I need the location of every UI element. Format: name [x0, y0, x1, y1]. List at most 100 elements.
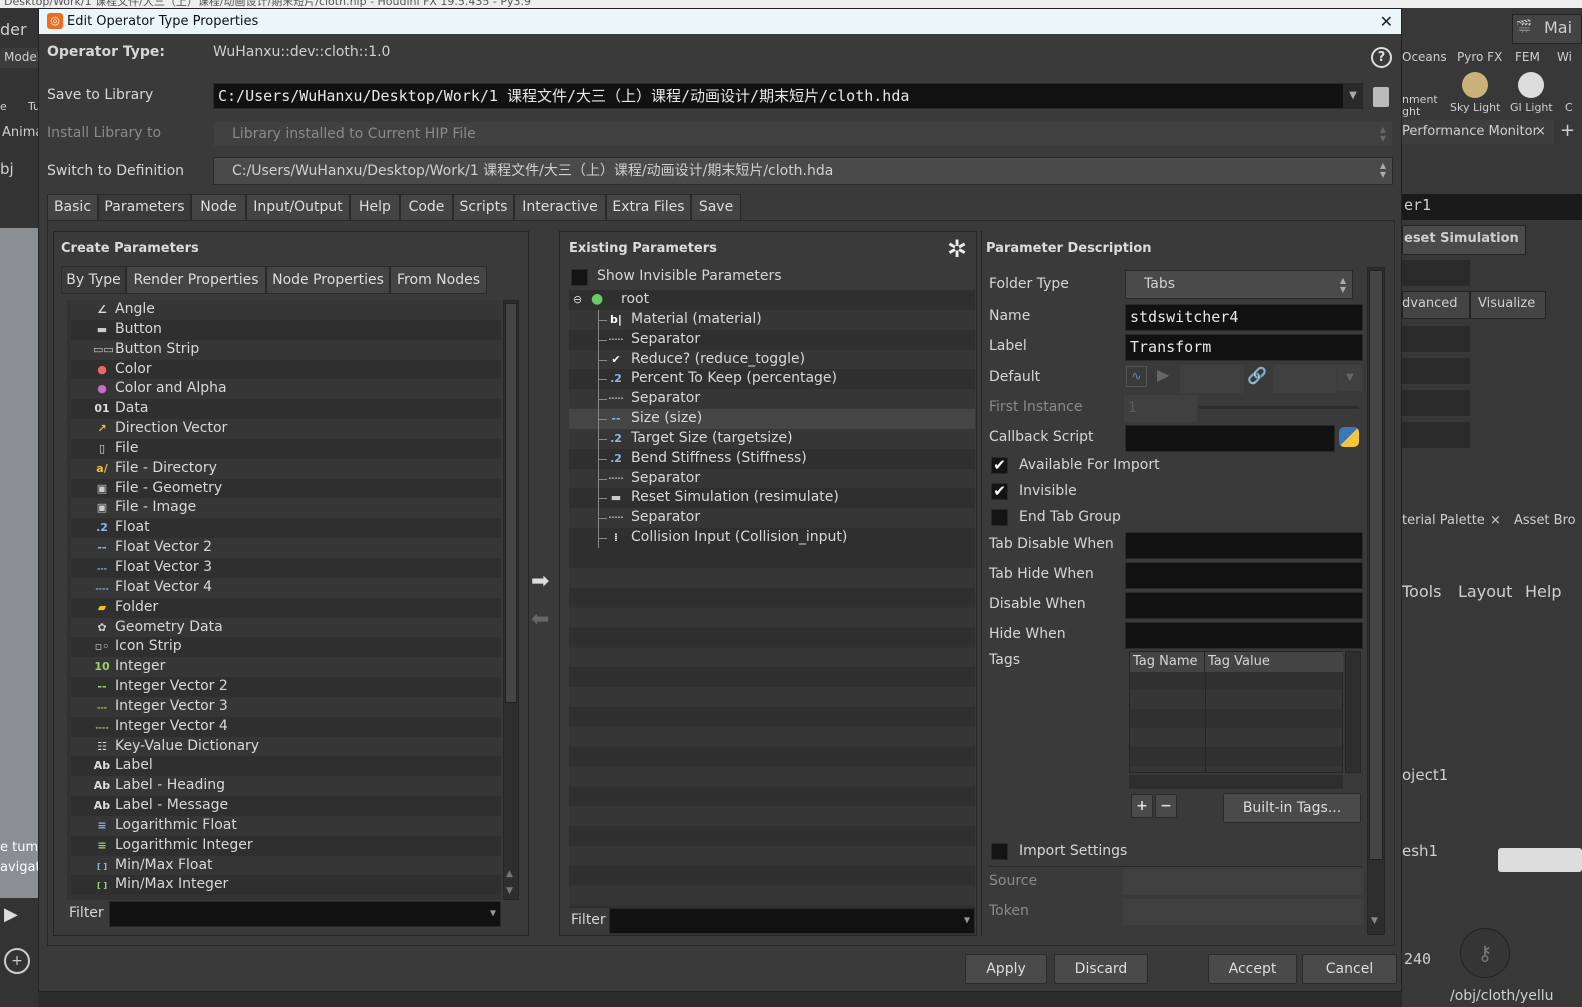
tab-interactive[interactable]: Interactive: [514, 194, 606, 221]
parameter-type-item[interactable]: -- Integer Vector 2: [71, 677, 501, 697]
parameter-type-item[interactable]: ● Color and Alpha: [71, 379, 501, 400]
parameter-type-item[interactable]: ▰ Folder: [71, 597, 501, 618]
parameter-type-item[interactable]: 01 Data: [71, 399, 501, 420]
tab-node[interactable]: Node: [191, 194, 246, 221]
parameter-type-item[interactable]: ▬ Button: [71, 319, 501, 340]
existing-parameter-item[interactable]: ✔ Reduce? (reduce_toggle): [569, 349, 975, 370]
reset-simulation-button[interactable]: eset Simulation: [1404, 231, 1519, 246]
existing-parameter-item[interactable]: ⁞ Collision Input (Collision_input): [569, 528, 975, 548]
network-path[interactable]: /obj/cloth/yellu: [1450, 988, 1554, 1004]
parameter-type-item[interactable]: ▯ File: [71, 438, 501, 459]
gi-light-icon[interactable]: [1518, 72, 1544, 98]
create-filter-input[interactable]: ▼: [109, 901, 501, 927]
parameter-type-scrollbar[interactable]: ▲ ▼: [503, 300, 519, 900]
existing-parameter-item[interactable]: .2 Percent To Keep (percentage): [569, 369, 975, 390]
available-for-import-checkbox[interactable]: ✔: [991, 457, 1008, 474]
menu-help[interactable]: Help: [1525, 582, 1561, 601]
collapse-icon[interactable]: ⊖: [573, 290, 582, 310]
parameter-type-item[interactable]: ---- Integer Vector 4: [71, 716, 501, 737]
scroll-down-icon[interactable]: ▼: [506, 886, 513, 896]
parameter-type-item[interactable]: Ab Label - Message: [71, 796, 501, 816]
name-field[interactable]: stdswitcher4: [1125, 304, 1363, 331]
parameter-type-item[interactable]: ≡ Logarithmic Float: [71, 815, 501, 836]
close-tab-icon[interactable]: ×: [1535, 124, 1546, 139]
tab-parameters[interactable]: Parameters: [98, 194, 191, 221]
scrollbar-thumb[interactable]: [505, 303, 517, 703]
parameter-type-item[interactable]: ▫◦ Icon Strip: [71, 637, 501, 658]
parameter-type-item[interactable]: ---- Float Vector 4: [71, 577, 501, 598]
tags-horizontal-scrollbar[interactable]: [1129, 775, 1343, 789]
menu-layout[interactable]: Layout: [1458, 582, 1512, 601]
existing-filter-input[interactable]: ▼: [609, 908, 975, 934]
subtab-by-type[interactable]: By Type: [61, 266, 126, 294]
existing-parameter-item[interactable]: ····· Separator: [569, 329, 975, 350]
show-invisible-checkbox[interactable]: [571, 269, 588, 286]
shelf-tool[interactable]: e: [0, 100, 7, 113]
existing-parameter-item[interactable]: ····· Separator: [569, 389, 975, 410]
viewport[interactable]: [0, 228, 38, 898]
existing-parameters-tree[interactable]: ⊖ ● root b| Material (material) ····· Separ…: [569, 290, 975, 908]
subtab-node-properties[interactable]: Node Properties: [266, 266, 390, 294]
tag-name-header[interactable]: Tag Name: [1130, 652, 1205, 672]
save-to-library-field[interactable]: C:/Users/WuHanxu/Desktop/Work/1 课程文件/大三（…: [213, 83, 1363, 109]
parameter-type-item[interactable]: Ab Label - Heading: [71, 776, 501, 797]
parameter-type-item[interactable]: [ ] Min/Max Float: [71, 855, 501, 876]
parameter-type-item[interactable]: --- Integer Vector 3: [71, 696, 501, 717]
tab-help[interactable]: Help: [350, 194, 400, 221]
chevron-down-icon[interactable]: ▼: [1343, 84, 1363, 108]
parameter-type-item[interactable]: a/File - Directory: [71, 458, 501, 479]
parameter-type-item[interactable]: ▣ File - Geometry: [71, 478, 501, 499]
parameter-type-item[interactable]: ▣ File - Image: [71, 498, 501, 519]
close-tab-icon[interactable]: ×: [1490, 513, 1501, 528]
parameter-type-item[interactable]: Ab Label: [71, 756, 501, 777]
parameter-type-item[interactable]: [ ] Min/Max Integer: [71, 875, 501, 896]
switch-definition-menu[interactable]: C:/Users/WuHanxu/Desktop/Work/1 课程文件/大三（…: [213, 157, 1393, 185]
existing-parameter-item[interactable]: .2 Target Size (targetsize): [569, 428, 975, 449]
cancel-button[interactable]: Cancel: [1302, 954, 1397, 984]
expression-icon[interactable]: ∿: [1126, 366, 1147, 387]
apply-button[interactable]: Apply: [965, 954, 1047, 984]
network-node-label[interactable]: oject1: [1402, 766, 1448, 784]
tags-scrollbar[interactable]: [1345, 651, 1361, 773]
parameter-type-item[interactable]: ∠ Angle: [71, 300, 501, 320]
shelf-tool-sky-light[interactable]: Sky Light: [1450, 101, 1500, 114]
existing-parameter-item[interactable]: ····· Separator: [569, 468, 975, 489]
parameter-type-item[interactable]: ↗ Direction Vector: [71, 419, 501, 439]
remove-parameter-arrow-icon[interactable]: ⬅: [531, 607, 549, 632]
gear-icon[interactable]: ✲: [947, 235, 967, 263]
scrollbar-thumb[interactable]: [1369, 270, 1383, 860]
frame-end-field[interactable]: 240: [1404, 950, 1431, 968]
tab-code[interactable]: Code: [400, 194, 453, 221]
parameter-type-item[interactable]: 10 Integer: [71, 657, 501, 678]
tab-input-output[interactable]: Input/Output: [246, 194, 350, 221]
chevron-down-icon[interactable]: ▼: [490, 902, 496, 926]
end-tab-group-checkbox[interactable]: [991, 509, 1008, 526]
network-node[interactable]: [1498, 848, 1582, 872]
shelf-tab[interactable]: Pyro FX: [1457, 50, 1502, 64]
desktop-label[interactable]: Mai: [1544, 18, 1572, 37]
shelf-tool[interactable]: nment ght: [1402, 94, 1438, 118]
existing-parameter-item[interactable]: -- Size (size): [569, 409, 975, 429]
chevron-down-icon[interactable]: ▼: [964, 909, 970, 933]
existing-parameter-item[interactable]: ····· Separator: [569, 508, 975, 529]
shelf-tab[interactable]: Wi: [1557, 50, 1572, 64]
parameter-type-item[interactable]: --- Float Vector 3: [71, 557, 501, 578]
add-tab-icon[interactable]: +: [1560, 120, 1575, 141]
builtin-tags-button[interactable]: Built-in Tags...: [1223, 793, 1361, 823]
parameter-type-item[interactable]: -- Float Vector 2: [71, 538, 501, 558]
folder-type-menu[interactable]: Tabs ▲ ▼: [1125, 270, 1353, 299]
parameter-description-scrollbar[interactable]: ▼: [1367, 267, 1385, 935]
tab-save[interactable]: Save: [691, 194, 741, 221]
shelf-tab[interactable]: Oceans: [1402, 50, 1447, 64]
play-icon[interactable]: ▶: [4, 904, 32, 932]
disable-when-field[interactable]: [1125, 592, 1363, 619]
tab-advanced[interactable]: dvanced: [1402, 296, 1458, 311]
import-settings-checkbox[interactable]: [991, 843, 1008, 860]
tag-value-header[interactable]: Tag Value: [1205, 652, 1343, 672]
invisible-checkbox[interactable]: ✔: [991, 483, 1008, 500]
network-node-label[interactable]: esh1: [1402, 842, 1438, 860]
callback-script-field[interactable]: [1125, 425, 1335, 452]
parameter-type-item[interactable]: ● Color: [71, 359, 501, 380]
existing-parameter-item[interactable]: ▬ Reset Simulation (resimulate): [569, 488, 975, 509]
pointer-icon[interactable]: ▶: [1157, 365, 1169, 384]
